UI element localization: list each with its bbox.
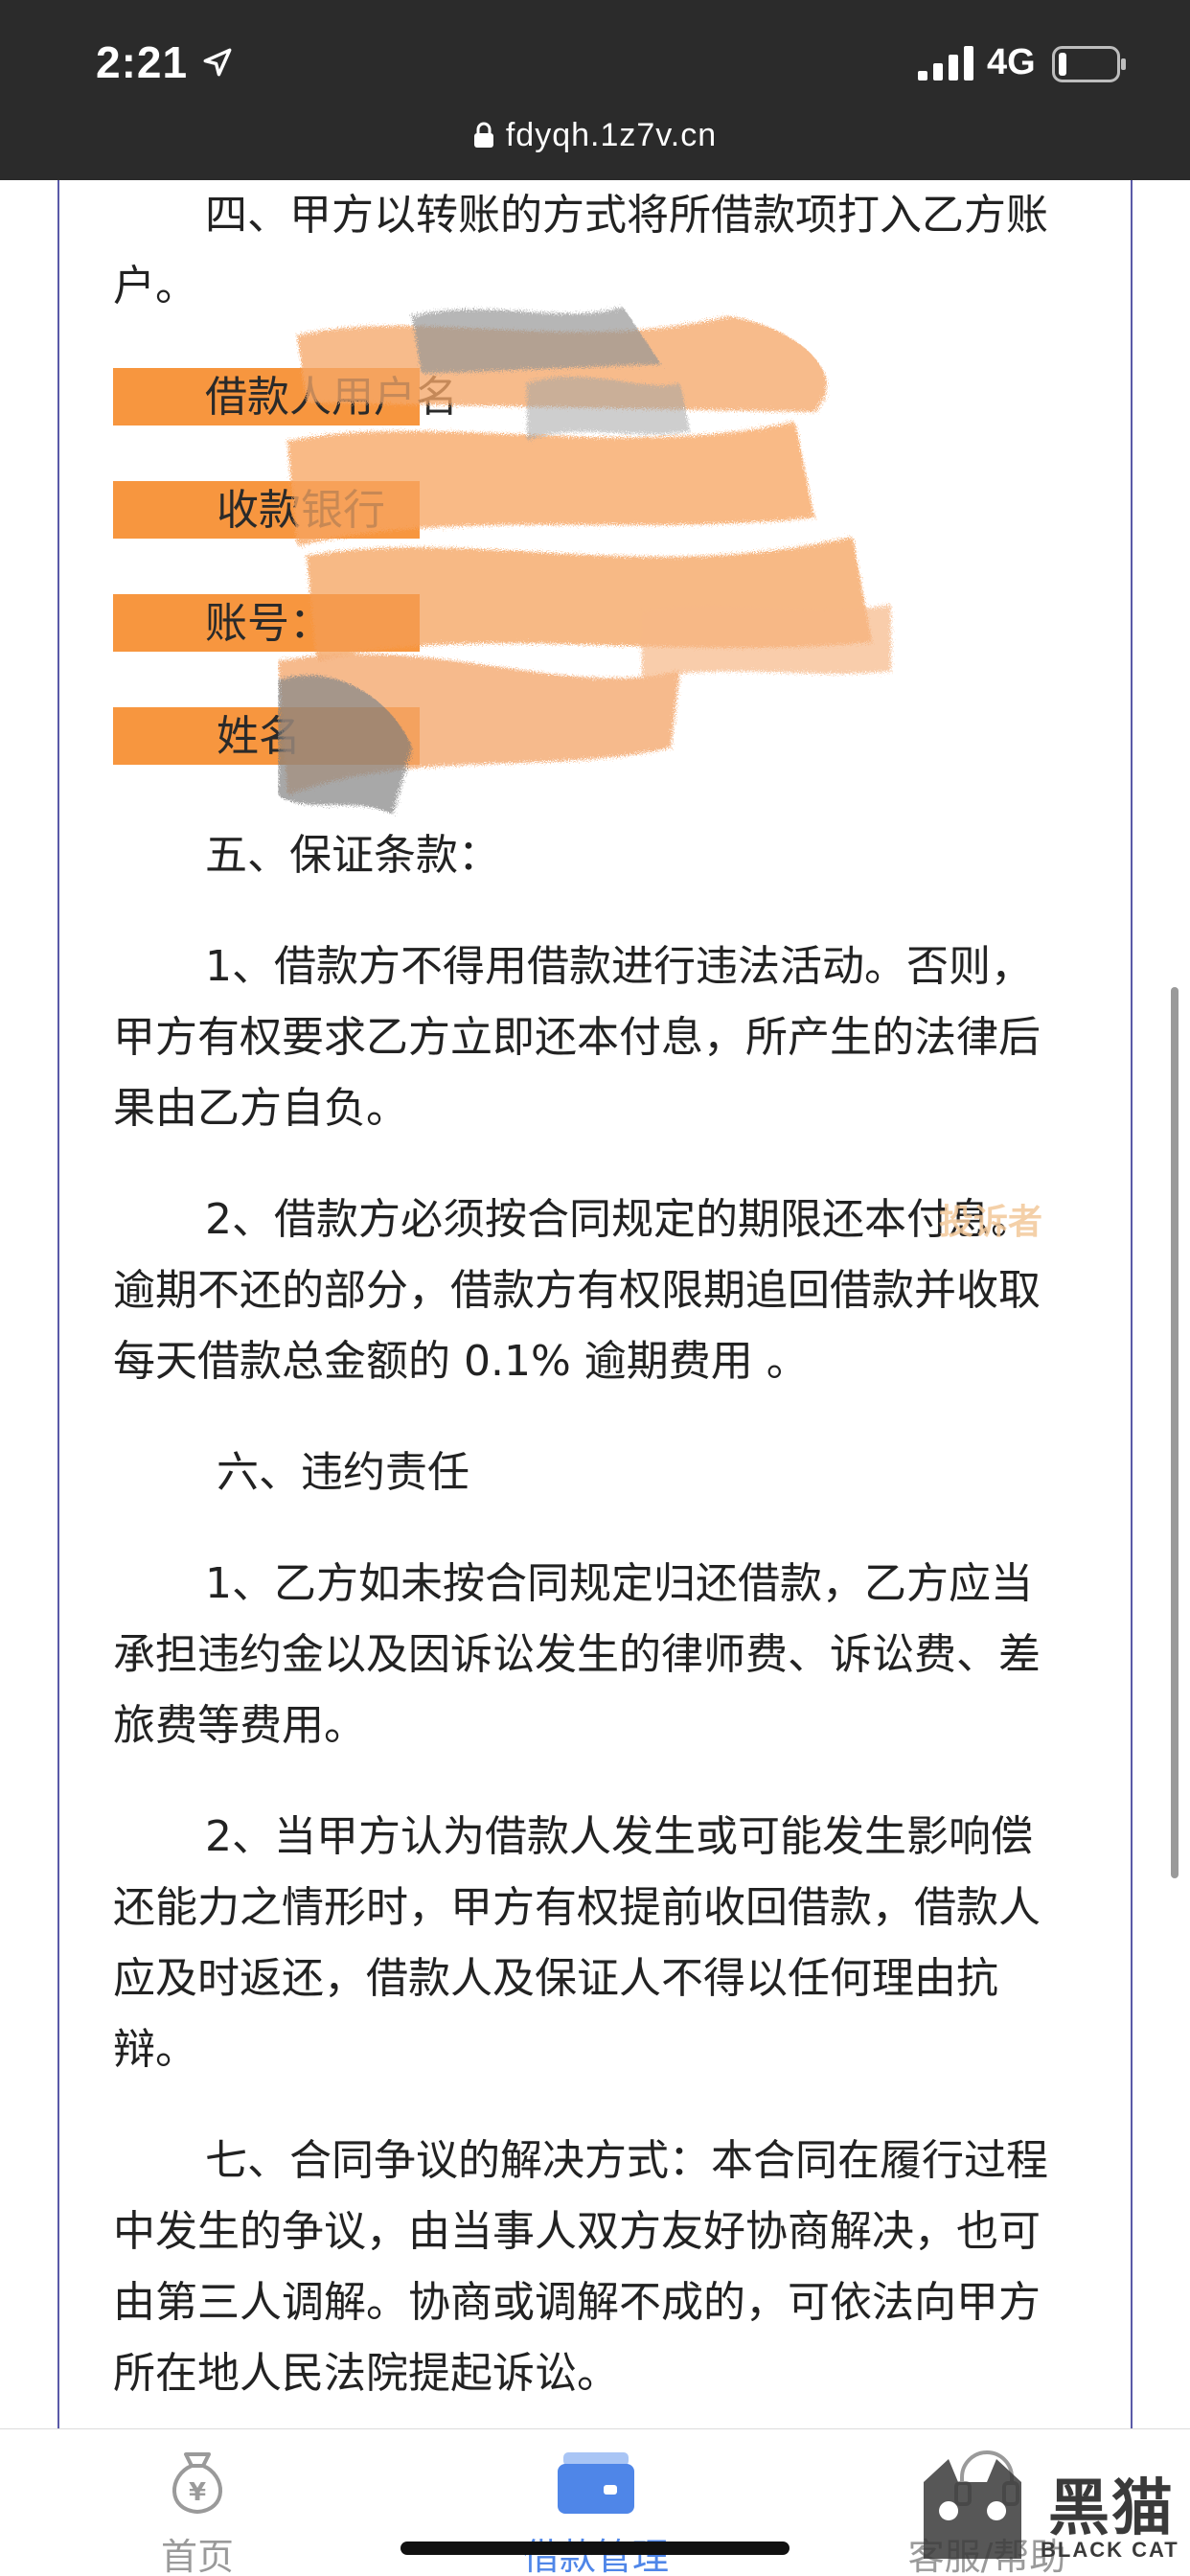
- money-bag-icon: ¥: [172, 2452, 222, 2514]
- field-name: 姓名: [113, 707, 1071, 765]
- logo-text-en: BLACK CAT: [1041, 2538, 1179, 2562]
- field-username: 借款人用户名: [113, 368, 1071, 426]
- section-4-paragraph: 四、甲方以转账的方式将所借款项打入乙方账户。: [113, 191, 1048, 310]
- tab-home[interactable]: ¥ 首页: [54, 2429, 341, 2576]
- tab-label: 首页: [160, 2536, 234, 2576]
- battery-icon: [1052, 46, 1126, 82]
- location-arrow-icon: [203, 48, 232, 77]
- contract-document: 四、甲方以转账的方式将所借款项打入乙方账户。 借款人用户名 收款银行 账号： 姓…: [113, 180, 1071, 2409]
- section-5-clause-1: 1、借款方不得用借款进行违法活动。否则，甲方有权要求乙方立即还本付息，所产生的法…: [113, 942, 1041, 1133]
- field-label: 借款人用户名: [205, 373, 458, 422]
- field-bank: 收款银行: [113, 481, 1071, 539]
- field-account: 账号：: [113, 594, 1071, 652]
- status-and-url-bar: 2:21 4G fdyqh.1z7v.cn: [0, 0, 1190, 180]
- field-label: 姓名: [217, 712, 301, 761]
- section-6-clause-1: 1、乙方如未按合同规定归还借款，乙方应当承担违约金以及因诉讼发生的律师费、诉讼费…: [113, 1559, 1041, 1750]
- section-6-clause-2: 2、当甲方认为借款人发生或可能发生影响偿还能力之情形时，甲方有权提前收回借款，借…: [113, 1812, 1041, 2074]
- lock-icon: [473, 122, 493, 148]
- section-5-clause-2: 2、借款方必须按合同规定的期限还本付息。逾期不还的部分，借款方有权限期追回借款并…: [113, 1195, 1041, 1386]
- svg-text:¥: ¥: [189, 2478, 206, 2507]
- field-label: 账号：: [205, 599, 332, 648]
- status-time: 2:21: [96, 37, 189, 87]
- network-type: 4G: [987, 42, 1036, 82]
- url-text: fdyqh.1z7v.cn: [505, 116, 718, 153]
- field-label: 收款银行: [217, 486, 385, 535]
- address-bar[interactable]: fdyqh.1z7v.cn: [0, 111, 1190, 159]
- scroll-indicator[interactable]: [1171, 987, 1179, 1878]
- section-6-title: 六、违约责任: [217, 1448, 469, 1497]
- home-indicator[interactable]: [400, 2542, 790, 2555]
- section-7-paragraph: 七、合同争议的解决方式：本合同在履行过程中发生的争议，由当事人双方友好协商解决，…: [113, 2136, 1048, 2398]
- section-5-title: 五、保证条款：: [205, 831, 500, 880]
- signal-icon: [918, 46, 973, 80]
- card-icon: [558, 2452, 634, 2514]
- logo-text-cn: 黑猫: [1048, 2473, 1175, 2544]
- watermark-text: 投诉者: [939, 1203, 1043, 1242]
